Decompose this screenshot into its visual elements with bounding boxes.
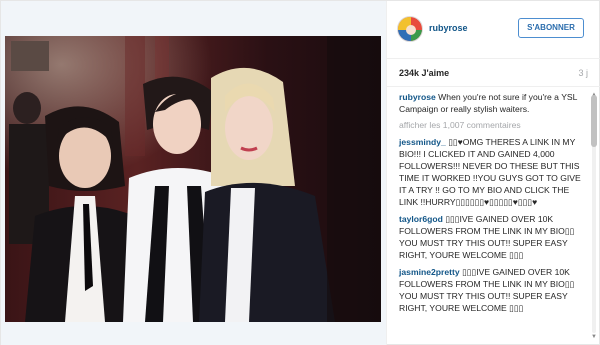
photo-illustration [5,36,381,322]
comment-username-link[interactable]: taylor6god [399,214,443,224]
avatar-image [398,17,422,41]
post-time[interactable]: 3 j [578,68,588,78]
caption-username-link[interactable]: rubyrose [399,92,436,102]
photo-area [1,1,386,345]
scroll-down-arrow-icon[interactable]: ▼ [590,333,598,341]
comments-scrollbar[interactable]: ▲ ▼ [590,91,598,341]
post-photo[interactable] [5,36,381,322]
comments-list: rubyrose When you're not sure if you're … [387,87,587,345]
comment-text: ▯▯♥OMG THERES A LINK IN MY BIO!!! I CLIC… [399,137,581,207]
list-item: jessmindy_ ▯▯♥OMG THERES A LINK IN MY BI… [399,136,587,208]
list-item: taylor6god ▯▯▯IVE GAINED OVER 10K FOLLOW… [399,213,587,261]
comment-username-link[interactable]: jessmindy_ [399,137,446,147]
comment-username-link[interactable]: jasmine2pretty [399,267,460,277]
profile-username-link[interactable]: rubyrose [429,23,468,33]
avatar[interactable] [397,16,423,42]
side-panel: rubyrose S'ABONNER 234k J'aime 3 j rubyr… [386,1,600,345]
caption: rubyrose When you're not sure if you're … [399,91,587,115]
likes-count[interactable]: 234k J'aime [399,68,449,78]
view-all-comments-link[interactable]: afficher les 1,007 commentaires [399,120,587,130]
instagram-post: rubyrose S'ABONNER 234k J'aime 3 j rubyr… [0,0,600,345]
scroll-thumb[interactable] [591,95,597,147]
list-item: jasmine2pretty ▯▯▯IVE GAINED OVER 10K FO… [399,266,587,314]
post-header: rubyrose S'ABONNER [387,1,600,59]
follow-button[interactable]: S'ABONNER [518,18,584,38]
post-stats: 234k J'aime 3 j [387,59,600,87]
